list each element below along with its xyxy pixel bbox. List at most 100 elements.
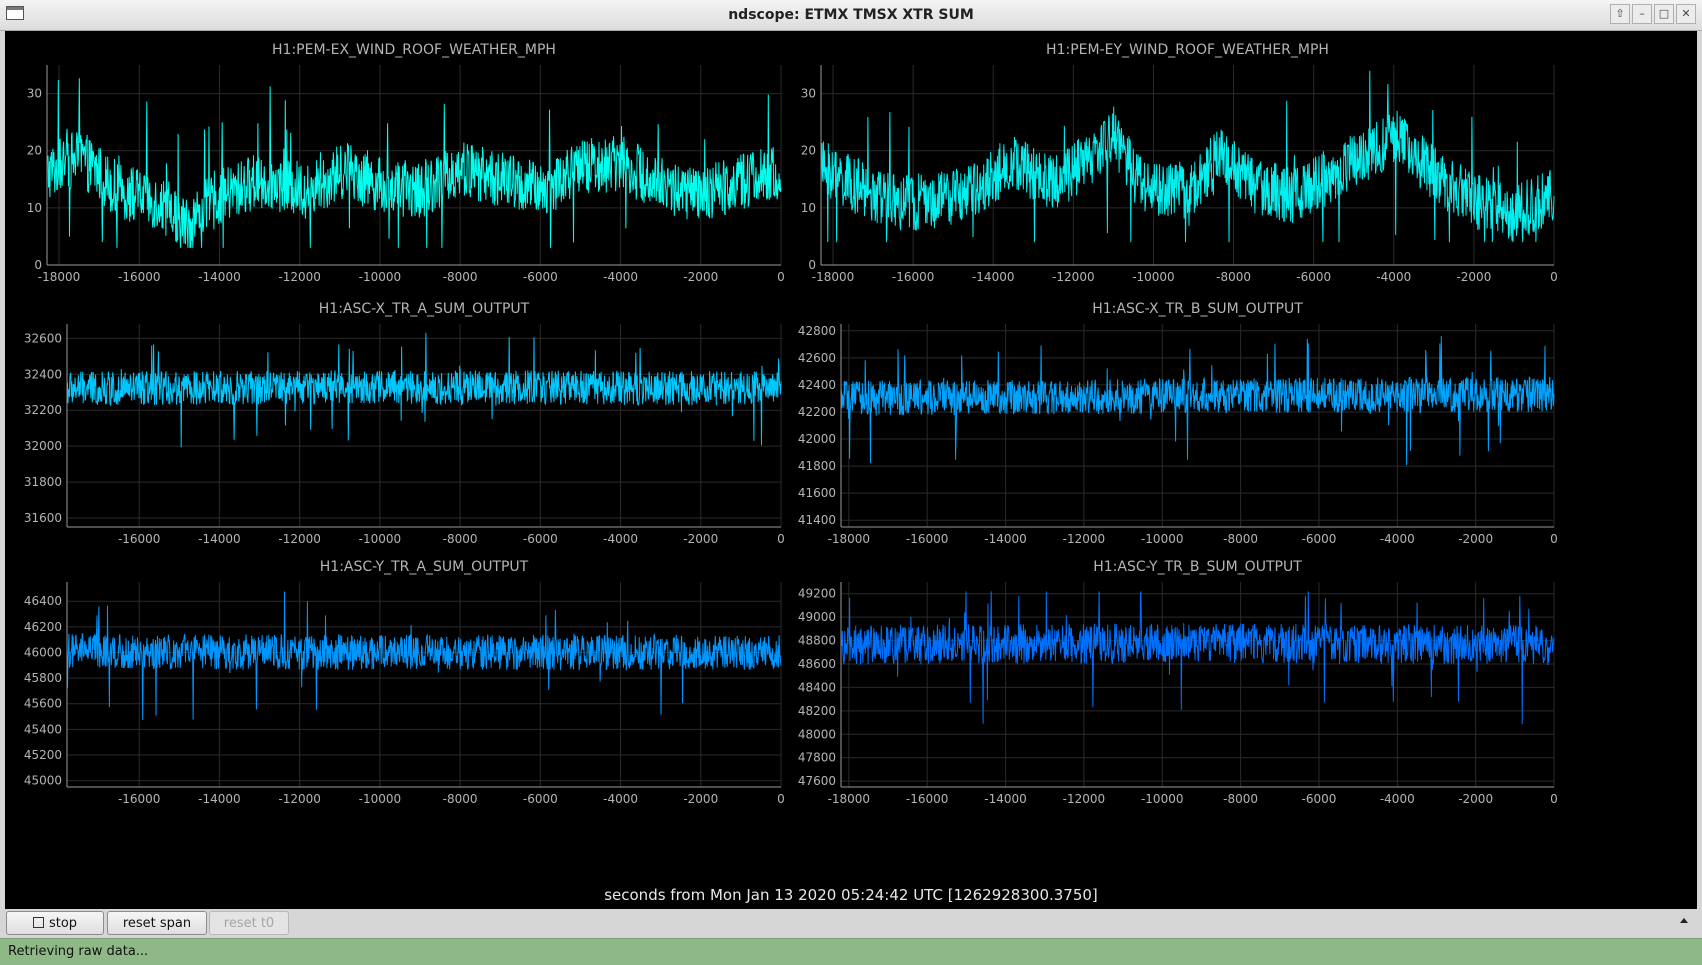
x-tick-label: -18000: [38, 270, 81, 284]
y-tick-label: 32000: [24, 439, 62, 453]
y-tick-label: 20: [801, 144, 816, 158]
y-tick-label: 32200: [24, 403, 62, 417]
status-bar: Retrieving raw data...: [0, 938, 1702, 965]
y-tick-label: 31600: [24, 511, 62, 525]
y-tick-label: 48200: [798, 704, 836, 718]
y-tick-label: 45800: [24, 671, 62, 685]
signal-trace: [840, 335, 1555, 466]
y-tick-label: 41400: [798, 513, 836, 527]
y-tick-label: 42800: [798, 324, 836, 338]
time-axis-label: seconds from Mon Jan 13 2020 05:24:42 UT…: [604, 886, 1098, 904]
x-tick-label: -8000: [443, 532, 478, 546]
plot-grid: H1:PEM-EX_WIND_ROOF_WEATHER_MPH 0 10 20 30 -1…: [24, 42, 1558, 806]
x-tick-label: -14000: [198, 792, 241, 806]
y-tick-label: 47800: [798, 751, 836, 765]
stop-button-label: stop: [48, 915, 78, 931]
y-tick-label: 42200: [798, 405, 836, 419]
x-tick-label: -8000: [1223, 792, 1258, 806]
plot-2[interactable]: H1:PEM-EY_WIND_ROOF_WEATHER_MPH 0 10 20 30 -1…: [801, 42, 1558, 284]
x-tick-label: 0: [777, 270, 785, 284]
y-tick-label: 48600: [798, 657, 836, 671]
plots-canvas[interactable]: H1:PEM-EX_WIND_ROOF_WEATHER_MPH 0 10 20 30 -1…: [5, 31, 1697, 909]
x-tick-label: -4000: [603, 270, 638, 284]
x-tick-label: -12000: [278, 792, 321, 806]
y-tick-label: 41600: [798, 486, 836, 500]
x-tick-label: -18000: [812, 270, 855, 284]
up-arrow-icon[interactable]: ⇧: [1610, 4, 1630, 24]
reset-span-button[interactable]: reset span: [107, 911, 207, 935]
x-tick-label: -4000: [1380, 532, 1415, 546]
y-tick-label: 10: [27, 201, 42, 215]
x-tick-label: -2000: [1458, 792, 1493, 806]
x-tick-label: -6000: [1302, 792, 1337, 806]
x-tick-label: -18000: [828, 792, 871, 806]
x-tick-label: -8000: [443, 792, 478, 806]
stop-button[interactable]: stop: [6, 911, 104, 935]
signal-trace: [66, 591, 782, 721]
x-tick-label: -16000: [906, 792, 949, 806]
x-tick-label: -14000: [198, 532, 241, 546]
plot-6[interactable]: H1:ASC-Y_TR_B_SUM_OUTPUT 47600 47800 48000 4…: [798, 559, 1558, 806]
x-tick-label: -4000: [603, 532, 638, 546]
x-tick-label: -2000: [683, 792, 718, 806]
minimize-icon[interactable]: –: [1632, 4, 1652, 24]
y-tick-label: 49200: [798, 587, 836, 601]
x-tick-label: 0: [1550, 270, 1558, 284]
window-title: ndscope: ETMX TMSX XTR SUM: [728, 7, 974, 23]
y-tick-label: 42600: [798, 351, 836, 365]
x-tick-label: -2000: [1456, 270, 1491, 284]
x-tick-label: -10000: [359, 532, 402, 546]
y-tick-label: 42400: [798, 378, 836, 392]
y-tick-label: 42000: [798, 432, 836, 446]
maximize-icon[interactable]: □: [1654, 4, 1674, 24]
x-tick-label: -10000: [1141, 792, 1184, 806]
x-tick-label: -16000: [118, 532, 161, 546]
plot-5[interactable]: H1:ASC-Y_TR_A_SUM_OUTPUT 45000 45200 45400 4…: [24, 559, 785, 806]
x-tick-label: -4000: [603, 792, 638, 806]
x-tick-label: -6000: [1296, 270, 1331, 284]
x-tick-label: -12000: [1052, 270, 1095, 284]
close-icon[interactable]: ✕: [1676, 4, 1696, 24]
plot-1[interactable]: H1:PEM-EX_WIND_ROOF_WEATHER_MPH 0 10 20 30 -1…: [27, 42, 785, 284]
plot-4[interactable]: H1:ASC-X_TR_B_SUM_OUTPUT 41400 41600 41800 4…: [798, 301, 1558, 546]
x-tick-label: -14000: [972, 270, 1015, 284]
plot-area[interactable]: H1:PEM-EX_WIND_ROOF_WEATHER_MPH 0 10 20 30 -1…: [5, 31, 1697, 909]
y-tick-label: 20: [27, 144, 42, 158]
x-tick-label: 0: [1550, 532, 1558, 546]
x-tick-label: -8000: [443, 270, 478, 284]
x-tick-label: -6000: [523, 270, 558, 284]
y-tick-label: 45600: [24, 697, 62, 711]
signal-trace: [820, 70, 1555, 243]
x-tick-label: 0: [777, 532, 785, 546]
reset-t0-button[interactable]: reset t0: [209, 911, 289, 935]
x-tick-label: -12000: [278, 532, 321, 546]
plot-3[interactable]: H1:ASC-X_TR_A_SUM_OUTPUT 31600 31800 32000 3…: [24, 301, 785, 546]
y-tick-label: 31800: [24, 475, 62, 489]
x-tick-label: -14000: [984, 792, 1027, 806]
plot-title: H1:ASC-Y_TR_A_SUM_OUTPUT: [320, 559, 529, 575]
window-titlebar: ndscope: ETMX TMSX XTR SUM ⇧ – □ ✕: [0, 0, 1702, 31]
x-tick-label: -16000: [118, 792, 161, 806]
y-tick-label: 48000: [798, 727, 836, 741]
y-tick-label: 32400: [24, 367, 62, 381]
x-tick-label: -8000: [1216, 270, 1251, 284]
y-tick-label: 45000: [24, 774, 62, 788]
plot-title: H1:ASC-Y_TR_B_SUM_OUTPUT: [1093, 559, 1302, 575]
status-text: Retrieving raw data...: [8, 944, 149, 959]
x-tick-label: -2000: [1458, 532, 1493, 546]
x-tick-label: -18000: [828, 532, 871, 546]
x-tick-label: -4000: [1380, 792, 1415, 806]
x-tick-label: -8000: [1223, 532, 1258, 546]
collapse-icon[interactable]: [1680, 918, 1688, 923]
x-tick-label: -12000: [1063, 792, 1106, 806]
x-tick-label: -6000: [1302, 532, 1337, 546]
x-tick-label: -2000: [683, 270, 718, 284]
x-tick-label: -4000: [1376, 270, 1411, 284]
x-tick-label: -6000: [523, 792, 558, 806]
x-tick-label: 0: [777, 792, 785, 806]
signal-trace: [66, 332, 782, 448]
x-tick-label: -2000: [683, 532, 718, 546]
y-tick-label: 48400: [798, 680, 836, 694]
x-tick-label: -10000: [1141, 532, 1184, 546]
window-controls: ⇧ – □ ✕: [1610, 4, 1696, 24]
